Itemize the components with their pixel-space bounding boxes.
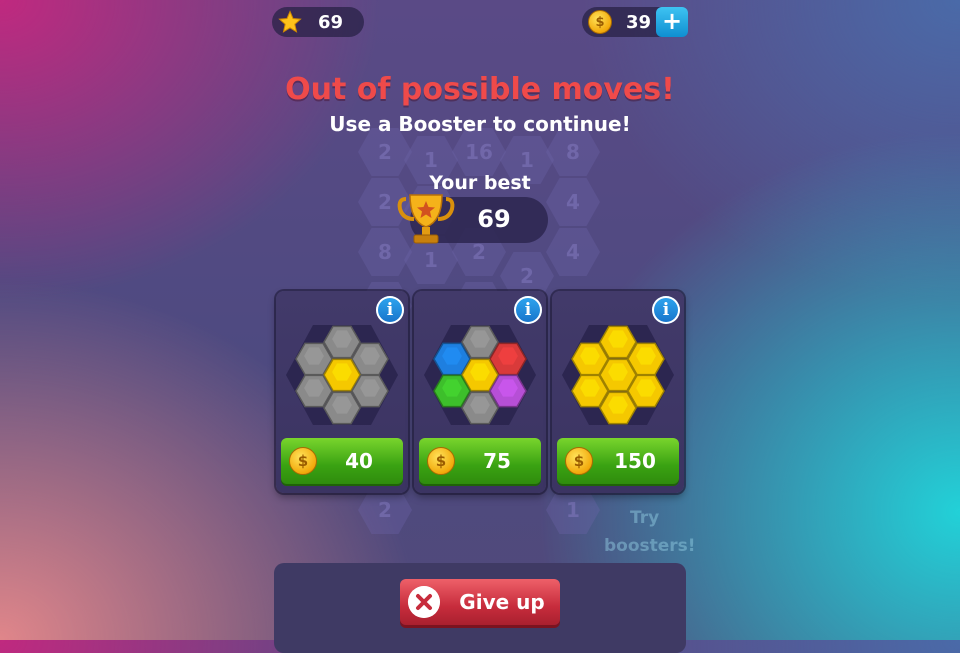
board-hex-tile: 2	[358, 486, 412, 534]
star-icon	[278, 10, 302, 33]
dialog-subtitle: Use a Booster to continue!	[329, 112, 631, 136]
buy-booster-3-button[interactable]: $ 150	[557, 438, 679, 484]
info-icon: i	[524, 300, 532, 320]
best-score-value: 69	[477, 205, 511, 233]
coin-icon: $	[289, 447, 317, 475]
buy-booster-1-button[interactable]: $ 40	[281, 438, 403, 484]
board-hex-tile: 1	[546, 486, 600, 534]
close-icon	[408, 586, 440, 618]
booster-price: 75	[483, 449, 511, 473]
info-button-1[interactable]: i	[376, 296, 404, 324]
coin-icon: $	[427, 447, 455, 475]
plus-icon: +	[661, 7, 683, 35]
gray-hex-booster-icon	[295, 325, 389, 425]
stars-value: 69	[318, 11, 344, 33]
hint-line-1: Try	[630, 508, 660, 528]
info-button-2[interactable]: i	[514, 296, 542, 324]
give-up-label: Give up	[459, 590, 545, 614]
hint-line-2: boosters!	[604, 536, 696, 556]
stars-counter: 69	[272, 7, 364, 37]
color-hex-booster-icon	[433, 325, 527, 425]
info-icon: i	[662, 300, 670, 320]
give-up-button[interactable]: Give up	[400, 579, 560, 625]
board-hex-tile: 4	[546, 228, 600, 276]
add-coins-button[interactable]: +	[656, 7, 688, 37]
coin-icon: $	[588, 10, 612, 34]
info-button-3[interactable]: i	[652, 296, 680, 324]
info-icon: i	[386, 300, 394, 320]
trophy-icon	[397, 194, 455, 244]
booster-price: 40	[345, 449, 373, 473]
coins-value: 39	[626, 11, 652, 33]
dialog-title: Out of possible moves!	[285, 72, 675, 107]
gold-hex-booster-icon	[571, 325, 665, 425]
booster-price: 150	[614, 449, 656, 473]
coin-icon: $	[565, 447, 593, 475]
coins-counter: $ 39 +	[582, 7, 688, 37]
buy-booster-2-button[interactable]: $ 75	[419, 438, 541, 484]
